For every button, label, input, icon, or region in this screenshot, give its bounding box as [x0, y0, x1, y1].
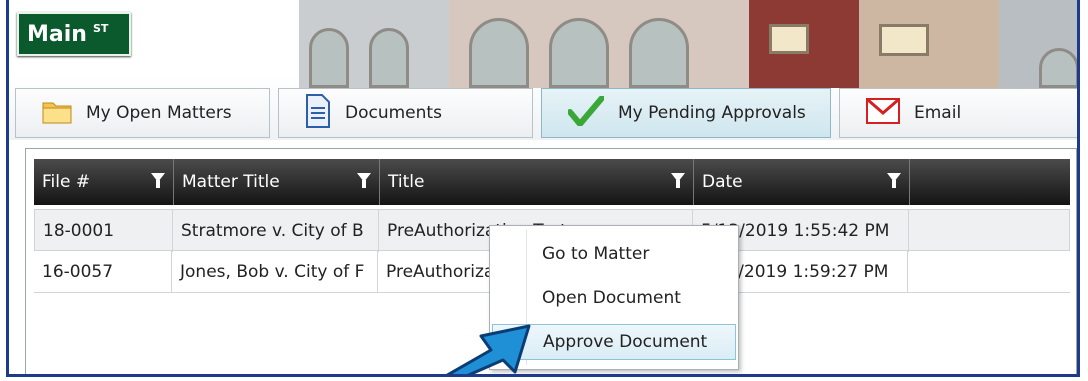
tab-email[interactable]: Email: [839, 88, 1077, 138]
cell-file-number: 18-0001: [35, 210, 173, 252]
filter-icon[interactable]: [151, 173, 165, 188]
column-header-matter-title[interactable]: Matter Title: [174, 159, 380, 205]
header-photo: [299, 0, 1077, 88]
menu-item-open-document[interactable]: Open Document: [492, 280, 736, 316]
cell-matter-title: Stratmore v. City of B: [173, 210, 379, 252]
menu-item-go-to-matter[interactable]: Go to Matter: [492, 236, 736, 272]
app-window: Main ST My Open Matters Documents My Pend…: [6, 0, 1080, 377]
column-header-title[interactable]: Title: [380, 159, 694, 205]
filter-icon[interactable]: [887, 173, 901, 188]
tab-my-open-matters[interactable]: My Open Matters: [15, 88, 270, 138]
tab-documents[interactable]: Documents: [278, 88, 533, 138]
main-street-logo: Main ST: [17, 12, 131, 56]
pointer-arrow-icon: [446, 324, 531, 374]
email-icon: [866, 97, 900, 129]
folder-icon: [42, 98, 72, 129]
checkmark-icon: [567, 94, 605, 131]
grid-header: File # Matter Title Title Date: [34, 159, 1070, 205]
filter-icon[interactable]: [671, 173, 685, 188]
column-header-filler: [910, 159, 1070, 205]
column-header-date[interactable]: Date: [694, 159, 910, 205]
cell-matter-title: Jones, Bob v. City of F: [172, 251, 378, 293]
tab-my-pending-approvals[interactable]: My Pending Approvals: [541, 88, 831, 138]
document-icon: [305, 93, 331, 133]
column-header-file-number[interactable]: File #: [34, 159, 174, 205]
filter-icon[interactable]: [357, 173, 371, 188]
cell-file-number: 16-0057: [34, 251, 172, 293]
